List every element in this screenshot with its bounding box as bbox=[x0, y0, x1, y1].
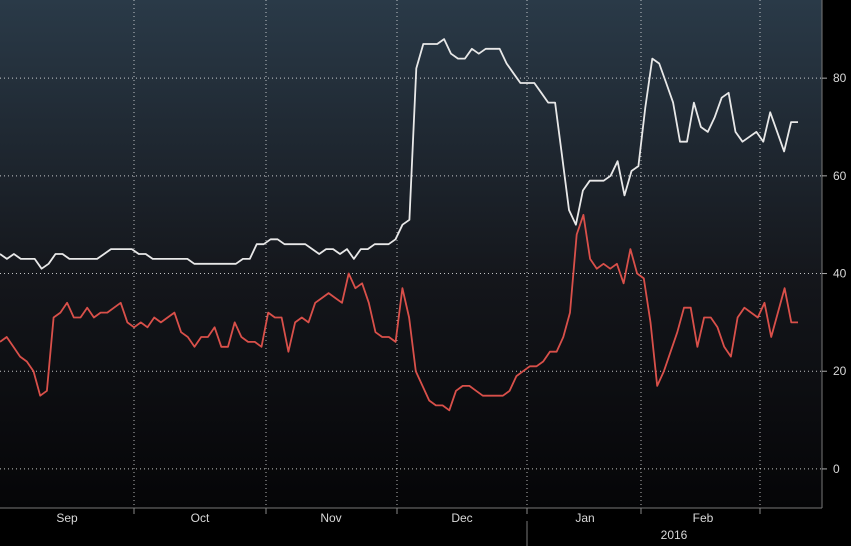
y-tick-label: 20 bbox=[833, 364, 847, 378]
y-tick-label: 0 bbox=[833, 462, 840, 476]
year-label: 2016 bbox=[661, 528, 688, 542]
x-tick-label: Oct bbox=[191, 511, 210, 525]
line-chart: 0 20 40 60 80 Sep Oct Nov Dec Jan Feb 2016 bbox=[0, 0, 851, 546]
x-tick-label: Dec bbox=[451, 511, 472, 525]
x-tick-label: Jan bbox=[575, 511, 594, 525]
x-tick-label: Sep bbox=[56, 511, 78, 525]
x-tick-label: Feb bbox=[693, 511, 714, 525]
plot-background bbox=[0, 0, 822, 508]
y-tick-label: 60 bbox=[833, 169, 847, 183]
x-tick-label: Nov bbox=[320, 511, 341, 525]
y-tick-label: 40 bbox=[833, 267, 847, 281]
y-tick-label: 80 bbox=[833, 71, 847, 85]
